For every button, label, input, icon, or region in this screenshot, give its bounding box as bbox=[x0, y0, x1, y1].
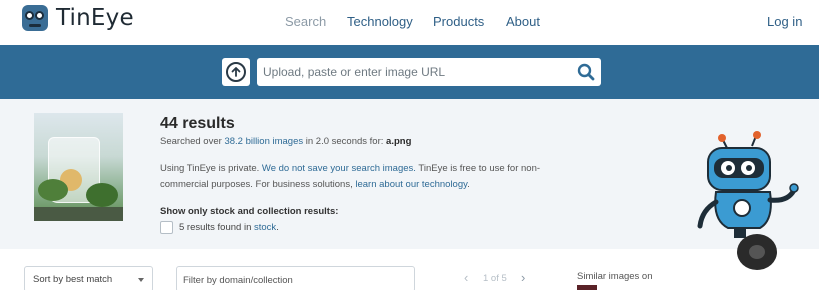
privacy-text-3: . bbox=[467, 179, 470, 190]
nav-search-link[interactable]: Search bbox=[285, 14, 326, 29]
chevron-down-icon bbox=[138, 278, 144, 282]
pager-next-icon[interactable]: › bbox=[521, 270, 525, 285]
query-image-thumbnail[interactable] bbox=[34, 113, 123, 221]
domain-filter-input[interactable] bbox=[183, 273, 403, 287]
search-band bbox=[0, 45, 819, 99]
privacy-notice: Using TinEye is private. We do not save … bbox=[160, 161, 540, 193]
search-stats-line: Searched over 38.2 billion images in 2.0… bbox=[160, 136, 411, 147]
domain-filter-field bbox=[176, 266, 415, 290]
stock-results-count: 5 results found in stock. bbox=[179, 222, 279, 233]
stock-link[interactable]: stock bbox=[254, 222, 276, 233]
similar-images-label: Similar images on bbox=[577, 271, 653, 282]
stock-filter-checkbox[interactable] bbox=[160, 221, 173, 234]
upload-arrow-icon bbox=[226, 62, 246, 82]
nav-about-link[interactable]: About bbox=[506, 14, 540, 29]
tineye-logo-icon bbox=[22, 5, 48, 31]
similar-source-logo[interactable] bbox=[577, 285, 597, 290]
nav-products-link[interactable]: Products bbox=[433, 14, 484, 29]
results-count-heading: 44 results bbox=[160, 115, 235, 132]
search-input[interactable] bbox=[263, 62, 563, 82]
search-field bbox=[257, 58, 601, 86]
nav-technology-link[interactable]: Technology bbox=[347, 14, 413, 29]
upload-button[interactable] bbox=[222, 58, 250, 86]
stock-count-text: 5 results found in bbox=[179, 222, 254, 233]
stock-count-end: . bbox=[276, 222, 279, 233]
magnifier-icon[interactable] bbox=[576, 62, 596, 82]
sort-dropdown[interactable]: Sort by best match bbox=[24, 266, 153, 290]
technology-link[interactable]: learn about our technology bbox=[355, 179, 467, 190]
pager-prev-icon[interactable]: ‹ bbox=[464, 270, 468, 285]
top-navigation-bar: TinEye Search Technology Products About … bbox=[0, 0, 819, 45]
indexed-images-link[interactable]: 38.2 billion images bbox=[224, 136, 303, 147]
searched-filename: a.png bbox=[386, 136, 412, 147]
pager-position: 1 of 5 bbox=[483, 273, 507, 284]
sort-dropdown-label: Sort by best match bbox=[33, 274, 113, 285]
privacy-link[interactable]: We do not save your search images. bbox=[262, 163, 416, 174]
tineye-logo[interactable]: TinEye bbox=[22, 5, 134, 31]
robot-mascot-illustration bbox=[697, 131, 799, 270]
search-stats-prefix: Searched over bbox=[160, 136, 225, 147]
search-stats-middle: in 2.0 seconds for: bbox=[303, 136, 387, 147]
brand-name: TinEye bbox=[56, 5, 134, 31]
tineye-results-page: TinEye Search Technology Products About … bbox=[0, 0, 819, 290]
login-link[interactable]: Log in bbox=[767, 14, 802, 29]
stock-filter-label: Show only stock and collection results: bbox=[160, 206, 339, 217]
privacy-text-1: Using TinEye is private. bbox=[160, 163, 262, 174]
